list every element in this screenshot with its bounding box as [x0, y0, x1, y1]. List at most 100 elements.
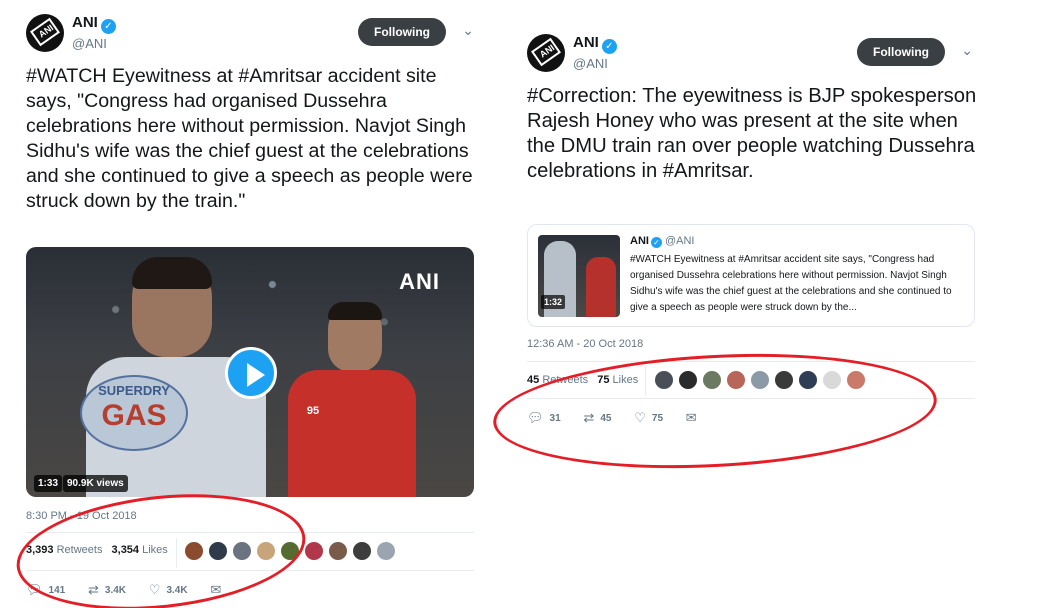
message-icon: ✉	[685, 410, 697, 425]
video-views: 90.9K views	[63, 475, 128, 492]
engagement-stats: 3,393 Retweets 3,354 Likes	[26, 544, 174, 556]
liker-avatar[interactable]	[702, 370, 722, 390]
chevron-down-icon[interactable]: ⌄	[961, 42, 973, 59]
likes-stat[interactable]: 3,354 Likes	[112, 544, 168, 556]
reply-count: 31	[549, 413, 561, 424]
author-handle[interactable]: @ANI	[72, 36, 116, 51]
video-player[interactable]: SUPERDRY GAS 95 ANI 1:33 90.9K views	[26, 247, 474, 497]
retweet-count: 45	[600, 413, 612, 424]
reply-icon: 💬︎	[26, 582, 43, 597]
avatar[interactable]: ANI	[26, 14, 64, 52]
author-name[interactable]: ANI	[72, 14, 98, 31]
liker-avatar[interactable]	[798, 370, 818, 390]
liker-avatar[interactable]	[184, 541, 204, 561]
following-button[interactable]: Following	[857, 38, 945, 66]
tweet-left: ANI ANI ✓ @ANI Following ⌄ #WATCH Eyewitn…	[26, 12, 478, 608]
likes-label: Likes	[142, 544, 168, 556]
liker-avatar[interactable]	[280, 541, 300, 561]
likes-count: 75	[597, 374, 610, 386]
avatar[interactable]: ANI	[527, 34, 565, 72]
likes-stat[interactable]: 75 Likes	[597, 374, 638, 386]
reply-icon: 💬︎	[527, 410, 544, 425]
liker-avatar[interactable]	[352, 541, 372, 561]
liker-avatar[interactable]	[750, 370, 770, 390]
play-icon	[247, 363, 265, 387]
heart-icon: ♡	[148, 582, 161, 597]
shirt-gas-text: GAS	[101, 399, 167, 432]
author-handle[interactable]: @ANI	[573, 56, 617, 71]
quoted-author-handle: @ANI	[664, 235, 695, 247]
liker-avatar[interactable]	[678, 370, 698, 390]
stats-separator	[645, 366, 646, 396]
retweet-icon: ⇄	[87, 582, 99, 597]
reply-count: 141	[48, 585, 66, 596]
retweet-button[interactable]: ⇄ 45	[583, 410, 611, 426]
likers-avatars	[184, 541, 400, 563]
heart-icon: ♡	[634, 410, 646, 425]
video-duration: 1:33	[34, 475, 63, 492]
tweet-actions: 💬︎ 141 ⇄ 3.4K ♡ 3.4K ✉	[26, 582, 247, 598]
liker-avatar[interactable]	[726, 370, 746, 390]
divider	[527, 398, 975, 399]
liker-avatar[interactable]	[304, 541, 324, 561]
liker-avatar[interactable]	[208, 541, 228, 561]
tweet-right: ANI ANI ✓ @ANI Following ⌄ #Correction: T…	[527, 32, 977, 472]
reply-button[interactable]: 💬︎ 141	[26, 582, 65, 598]
shirt-brand-text: SUPERDRY	[98, 383, 170, 398]
message-icon: ✉	[210, 582, 222, 597]
message-button[interactable]: ✉	[210, 582, 227, 598]
retweet-button[interactable]: ⇄ 3.4K	[88, 582, 126, 598]
liker-avatar[interactable]	[256, 541, 276, 561]
tweet-timestamp[interactable]: 12:36 AM - 20 Oct 2018	[527, 338, 643, 350]
like-count: 75	[651, 413, 664, 424]
likes-count: 3,354	[111, 544, 140, 556]
video-person-right	[288, 302, 416, 497]
video-brand-watermark: ANI	[399, 269, 440, 294]
tweet-text: #Correction: The eyewitness is BJP spoke…	[527, 85, 977, 182]
tweet-timestamp[interactable]: 8:30 PM - 19 Oct 2018	[26, 510, 137, 522]
liker-avatar[interactable]	[328, 541, 348, 561]
like-count: 3.4K	[166, 585, 188, 596]
message-button[interactable]: ✉	[686, 410, 703, 426]
divider	[527, 361, 975, 362]
retweets-stat[interactable]: 45 Retweets	[527, 374, 588, 386]
liker-avatar[interactable]	[376, 541, 396, 561]
liker-avatar[interactable]	[232, 541, 252, 561]
retweets-count: 3,393	[26, 544, 54, 556]
liker-avatar[interactable]	[846, 370, 866, 390]
like-button[interactable]: ♡ 75	[634, 410, 663, 426]
chevron-down-icon[interactable]: ⌄	[462, 22, 474, 39]
author-block[interactable]: ANI ✓ @ANI	[573, 34, 617, 71]
retweets-label: Retweets	[56, 544, 103, 556]
tweet-header: ANI ANI ✓ @ANI Following ⌄	[527, 32, 977, 72]
liker-avatar[interactable]	[774, 370, 794, 390]
quoted-video-thumbnail[interactable]: 1:32	[538, 235, 620, 317]
quoted-tweet[interactable]: 1:32 ANI ✓ @ANI #WATCH Eyewitness at #Amri…	[527, 224, 975, 327]
retweets-stat[interactable]: 3,393 Retweets	[26, 544, 102, 556]
engagement-stats: 45 Retweets 75 Likes	[527, 374, 644, 386]
retweets-count: 45	[527, 374, 540, 386]
play-button[interactable]	[225, 347, 277, 399]
divider	[26, 570, 474, 571]
verified-icon: ✓	[601, 39, 617, 54]
shirt-number-text: 95	[306, 405, 320, 417]
retweets-label: Retweets	[542, 374, 589, 386]
verified-icon: ✓	[650, 237, 662, 248]
quoted-video-duration: 1:32	[541, 295, 566, 309]
following-button[interactable]: Following	[358, 18, 446, 46]
liker-avatar[interactable]	[822, 370, 842, 390]
quoted-text: #WATCH Eyewitness at #Amritsar accident …	[630, 254, 952, 313]
quoted-author-name: ANI	[630, 235, 649, 247]
likes-label: Likes	[612, 374, 639, 386]
tweet-text: #WATCH Eyewitness at #Amritsar accident …	[26, 65, 473, 212]
likers-avatars	[654, 370, 870, 392]
author-block[interactable]: ANI ✓ @ANI	[72, 14, 116, 51]
like-button[interactable]: ♡ 3.4K	[149, 582, 188, 598]
tweet-header: ANI ANI ✓ @ANI Following ⌄	[26, 12, 478, 52]
liker-avatar[interactable]	[654, 370, 674, 390]
author-name[interactable]: ANI	[573, 34, 599, 51]
tweet-actions: 💬︎ 31 ⇄ 45 ♡ 75 ✉	[527, 410, 723, 426]
reply-button[interactable]: 💬︎ 31	[527, 410, 561, 426]
retweet-icon: ⇄	[583, 410, 595, 425]
verified-icon: ✓	[100, 19, 116, 34]
